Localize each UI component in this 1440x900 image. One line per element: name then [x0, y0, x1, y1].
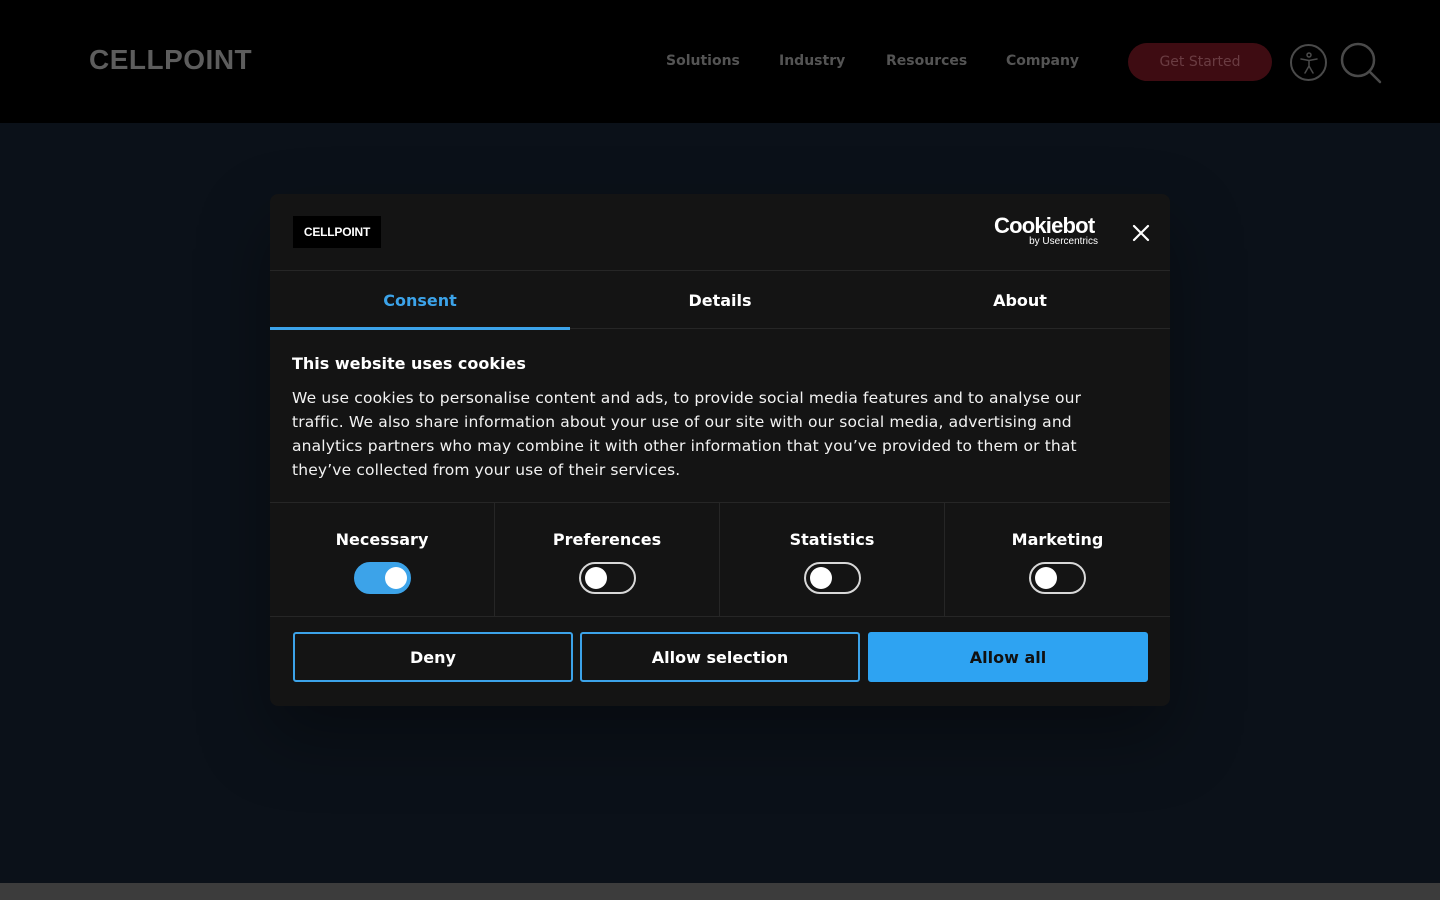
toggle-knob	[585, 567, 607, 589]
toggle-cell-statistics: Statistics	[720, 503, 945, 616]
nav-item-company[interactable]: Company	[1006, 53, 1079, 69]
consent-body: This website uses cookies We use cookies…	[292, 354, 1112, 482]
toggle-label-preferences: Preferences	[552, 530, 662, 549]
search-button[interactable]	[1340, 42, 1382, 84]
nav-item-solutions[interactable]: Solutions	[666, 53, 740, 69]
toggle-label-necessary: Necessary	[335, 530, 429, 549]
search-icon	[1340, 42, 1382, 84]
nav-item-resources[interactable]: Resources	[886, 53, 967, 69]
close-icon	[1132, 224, 1150, 242]
tab-about[interactable]: About	[870, 271, 1170, 329]
tab-consent[interactable]: Consent	[270, 271, 570, 330]
dialog-tabs: Consent Details About	[270, 271, 1170, 330]
footer-strip	[0, 883, 1440, 900]
toggle-cell-preferences: Preferences	[495, 503, 720, 616]
toggle-label-marketing: Marketing	[1011, 530, 1104, 549]
get-started-button[interactable]: Get Started	[1128, 43, 1272, 81]
cookiebot-logo-sub: by Usercentrics	[1029, 236, 1098, 247]
cookie-consent-dialog: CELLPOINT Cookiebot by Usercentrics Cons…	[270, 194, 1170, 706]
necessary-toggle[interactable]	[354, 562, 411, 594]
deny-button[interactable]: Deny	[293, 632, 573, 682]
allow-selection-button[interactable]: Allow selection	[580, 632, 860, 682]
dialog-brand-logo: CELLPOINT	[293, 216, 381, 248]
close-button[interactable]	[1130, 222, 1152, 244]
statistics-toggle[interactable]	[804, 562, 861, 594]
dialog-actions: Deny Allow selection Allow all	[293, 632, 1148, 682]
accessibility-icon	[1300, 52, 1318, 74]
nav-item-industry[interactable]: Industry	[779, 53, 845, 69]
toggle-cell-necessary: Necessary	[270, 503, 495, 616]
toggle-knob	[810, 567, 832, 589]
marketing-toggle[interactable]	[1029, 562, 1086, 594]
allow-all-button[interactable]: Allow all	[868, 632, 1148, 682]
toggle-label-statistics: Statistics	[789, 530, 875, 549]
tab-details[interactable]: Details	[570, 271, 870, 329]
dialog-header: CELLPOINT Cookiebot by Usercentrics	[270, 194, 1170, 271]
consent-title: This website uses cookies	[292, 354, 526, 373]
accessibility-button[interactable]	[1290, 44, 1327, 81]
cookiebot-logo-name: Cookiebot	[994, 213, 1095, 238]
consent-description: We use cookies to personalise content an…	[292, 389, 1082, 479]
preferences-toggle[interactable]	[579, 562, 636, 594]
cookiebot-logo: Cookiebot by Usercentrics	[994, 214, 1098, 248]
site-header: CELLPOINT Solutions Industry Resources C…	[0, 0, 1440, 123]
consent-toggles: Necessary Preferences Statistics Marketi…	[270, 502, 1170, 617]
toggle-cell-marketing: Marketing	[945, 503, 1170, 616]
site-logo[interactable]: CELLPOINT	[89, 44, 252, 76]
toggle-knob	[385, 567, 407, 589]
toggle-knob	[1035, 567, 1057, 589]
